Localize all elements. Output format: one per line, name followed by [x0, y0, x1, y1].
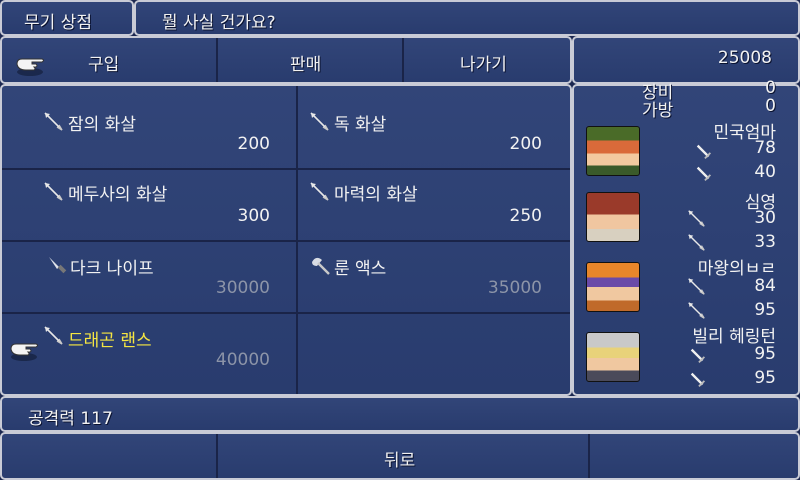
- item-price: 250: [509, 206, 542, 226]
- shop-item[interactable]: 다크 나이프 30000: [2, 242, 296, 312]
- item-list: 잠의 화살 200 독 화살 200 메두사의 화살 300 마력의 화살 25…: [0, 84, 572, 396]
- gil-amount: 25008: [717, 48, 772, 68]
- attack-stat: 84: [754, 276, 776, 296]
- shop-item[interactable]: 룬 액스 35000: [298, 242, 574, 312]
- attack-stat: 95: [754, 344, 776, 364]
- arrow-icon: [686, 276, 706, 296]
- knife-icon: [46, 254, 68, 276]
- character-portrait: [586, 332, 640, 382]
- sell-button[interactable]: 판매: [290, 50, 321, 75]
- character-portrait: [586, 192, 640, 242]
- character-portrait: [586, 126, 640, 176]
- exit-button[interactable]: 나가기: [460, 50, 507, 75]
- attack-info: 공격력 117: [28, 409, 113, 429]
- sword-icon: [694, 142, 714, 162]
- pointer-hand-icon: [14, 55, 46, 77]
- arrow-icon: [686, 208, 706, 228]
- arrow-icon: [686, 232, 706, 252]
- shop-item-selected[interactable]: 드래곤 랜스 40000: [2, 314, 296, 394]
- info-bar: 공격력 117: [0, 396, 800, 432]
- shop-item[interactable]: 마력의 화살 250: [298, 170, 574, 240]
- arrow-icon: [308, 180, 330, 202]
- item-name: 다크 나이프: [70, 259, 154, 279]
- item-name: 마력의 화살: [334, 185, 418, 205]
- arrow-icon: [42, 180, 64, 202]
- sword-icon: [694, 164, 714, 184]
- item-name: 메두사의 화살: [68, 185, 168, 205]
- sword-icon: [688, 370, 708, 390]
- shop-title-panel: 무기 상점: [0, 0, 134, 36]
- back-button[interactable]: 뒤로: [384, 446, 415, 471]
- party-member: 마왕의ㅂㄹ 84 95: [574, 256, 798, 324]
- item-name: 드래곤 랜스: [68, 331, 152, 351]
- attack-stat: 33: [754, 232, 776, 252]
- attack-stat: 40: [754, 162, 776, 182]
- shop-item[interactable]: 독 화살 200: [298, 86, 574, 168]
- buy-button[interactable]: 구입: [88, 50, 119, 75]
- arrow-icon: [686, 300, 706, 320]
- item-price: 300: [237, 206, 270, 226]
- shop-item[interactable]: 메두사의 화살 300: [2, 170, 296, 240]
- axe-icon: [310, 254, 332, 276]
- item-price: 200: [237, 134, 270, 154]
- attack-stat: 95: [754, 368, 776, 388]
- arrow-icon: [42, 110, 64, 132]
- item-name: 룬 액스: [334, 259, 387, 279]
- item-price: 30000: [215, 278, 270, 298]
- attack-stat: 78: [754, 138, 776, 158]
- command-menu: 구입 판매 나가기: [0, 36, 572, 84]
- bag-count: 0: [765, 96, 776, 116]
- party-status-panel: 장비 0 가방 0 민국엄마 78 40 심영 30 33 마왕의ㅂㄹ 84 9…: [572, 78, 800, 396]
- shop-item[interactable]: 잠의 화살 200: [2, 86, 296, 168]
- gil-panel: 25008: [572, 36, 800, 84]
- attack-stat: 30: [754, 208, 776, 228]
- party-member: 민국엄마 78 40: [574, 116, 798, 184]
- shop-prompt: 뭘 사실 건가요?: [162, 13, 276, 33]
- prompt-panel: 뭘 사실 건가요?: [134, 0, 800, 36]
- party-member: 빌리 헤링턴 95 95: [574, 322, 798, 390]
- item-price: 35000: [487, 278, 542, 298]
- shop-title: 무기 상점: [24, 13, 92, 33]
- party-member: 심영 30 33: [574, 186, 798, 254]
- equipped-count: 0: [765, 78, 776, 98]
- empty-slot: [298, 314, 574, 394]
- item-name: 잠의 화살: [68, 115, 136, 135]
- item-name: 독 화살: [334, 115, 387, 135]
- sword-icon: [688, 346, 708, 366]
- arrow-icon: [308, 110, 330, 132]
- attack-stat: 95: [754, 300, 776, 320]
- pointer-hand-icon: [8, 340, 40, 362]
- item-price: 40000: [215, 350, 270, 370]
- character-portrait: [586, 262, 640, 312]
- item-price: 200: [509, 134, 542, 154]
- footer-bar: 뒤로: [0, 432, 800, 480]
- lance-icon: [42, 324, 64, 346]
